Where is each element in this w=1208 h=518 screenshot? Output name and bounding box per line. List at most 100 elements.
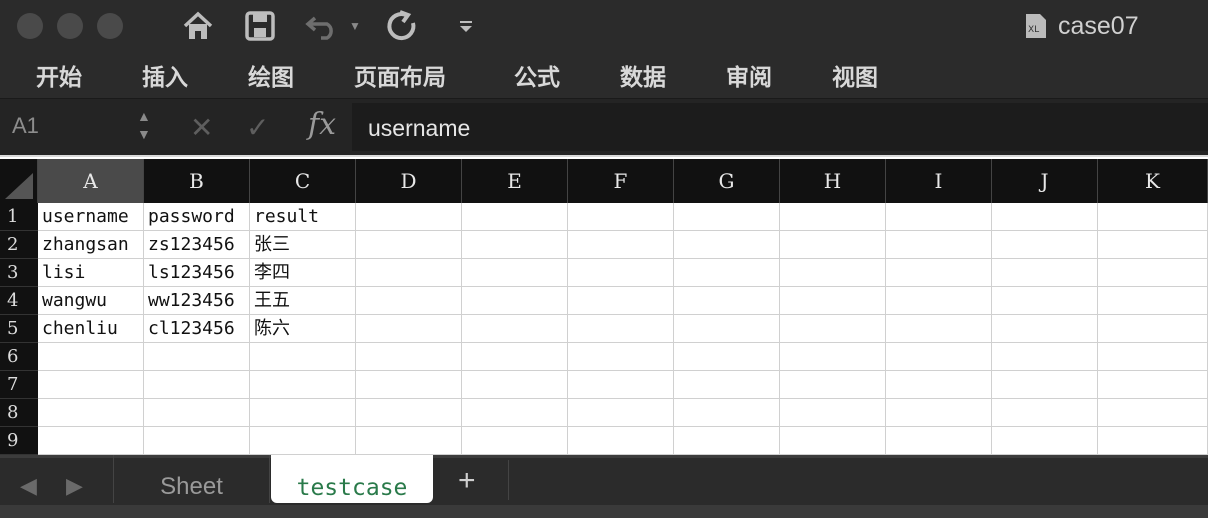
- cell-d6[interactable]: [356, 343, 462, 371]
- cell-j2[interactable]: [992, 231, 1098, 259]
- cell-c1[interactable]: result: [250, 203, 356, 231]
- cell-c3[interactable]: 李四: [250, 259, 356, 287]
- cell-d9[interactable]: [356, 427, 462, 455]
- cell-i6[interactable]: [886, 343, 992, 371]
- cell-j3[interactable]: [992, 259, 1098, 287]
- row-header-9[interactable]: 9: [0, 427, 38, 455]
- cell-a7[interactable]: [38, 371, 144, 399]
- confirm-formula-icon[interactable]: ✓: [246, 111, 269, 144]
- cell-d4[interactable]: [356, 287, 462, 315]
- cell-d2[interactable]: [356, 231, 462, 259]
- cell-e6[interactable]: [462, 343, 568, 371]
- zoom-window-button[interactable]: [97, 13, 123, 39]
- cell-b7[interactable]: [144, 371, 250, 399]
- cell-i3[interactable]: [886, 259, 992, 287]
- cell-i4[interactable]: [886, 287, 992, 315]
- cell-g9[interactable]: [674, 427, 780, 455]
- cell-d8[interactable]: [356, 399, 462, 427]
- row-header-1[interactable]: 1: [0, 203, 38, 231]
- column-header-a[interactable]: A: [38, 159, 144, 203]
- cell-g1[interactable]: [674, 203, 780, 231]
- tab-insert[interactable]: 插入: [142, 58, 188, 92]
- name-box[interactable]: A1 ▲ ▼: [0, 99, 160, 155]
- cell-h2[interactable]: [780, 231, 886, 259]
- tab-view[interactable]: 视图: [832, 58, 878, 92]
- minimize-window-button[interactable]: [57, 13, 83, 39]
- cell-e5[interactable]: [462, 315, 568, 343]
- insert-function-button[interactable]: fx: [308, 107, 336, 142]
- cell-g4[interactable]: [674, 287, 780, 315]
- cell-d1[interactable]: [356, 203, 462, 231]
- cell-k3[interactable]: [1098, 259, 1208, 287]
- column-header-j[interactable]: J: [992, 159, 1098, 203]
- cell-c5[interactable]: 陈六: [250, 315, 356, 343]
- redo-icon[interactable]: [384, 8, 420, 44]
- cell-j8[interactable]: [992, 399, 1098, 427]
- cell-j6[interactable]: [992, 343, 1098, 371]
- cell-e4[interactable]: [462, 287, 568, 315]
- cell-h8[interactable]: [780, 399, 886, 427]
- cell-k9[interactable]: [1098, 427, 1208, 455]
- cell-b1[interactable]: password: [144, 203, 250, 231]
- cell-j9[interactable]: [992, 427, 1098, 455]
- cell-e2[interactable]: [462, 231, 568, 259]
- cell-a6[interactable]: [38, 343, 144, 371]
- cell-f3[interactable]: [568, 259, 674, 287]
- cell-h5[interactable]: [780, 315, 886, 343]
- cell-h3[interactable]: [780, 259, 886, 287]
- cell-b5[interactable]: cl123456: [144, 315, 250, 343]
- column-header-b[interactable]: B: [144, 159, 250, 203]
- cell-k2[interactable]: [1098, 231, 1208, 259]
- cell-b3[interactable]: ls123456: [144, 259, 250, 287]
- cell-f8[interactable]: [568, 399, 674, 427]
- cell-i1[interactable]: [886, 203, 992, 231]
- cell-f5[interactable]: [568, 315, 674, 343]
- column-header-i[interactable]: I: [886, 159, 992, 203]
- cell-k7[interactable]: [1098, 371, 1208, 399]
- cell-g5[interactable]: [674, 315, 780, 343]
- cell-i5[interactable]: [886, 315, 992, 343]
- cell-k1[interactable]: [1098, 203, 1208, 231]
- cell-k8[interactable]: [1098, 399, 1208, 427]
- row-header-3[interactable]: 3: [0, 259, 38, 287]
- cell-f2[interactable]: [568, 231, 674, 259]
- add-sheet-button[interactable]: +: [458, 464, 476, 498]
- cell-i2[interactable]: [886, 231, 992, 259]
- cell-g8[interactable]: [674, 399, 780, 427]
- cell-b9[interactable]: [144, 427, 250, 455]
- next-sheet-icon[interactable]: ▶: [66, 473, 83, 499]
- cell-i7[interactable]: [886, 371, 992, 399]
- cell-a4[interactable]: wangwu: [38, 287, 144, 315]
- cancel-formula-icon[interactable]: ✕: [190, 111, 213, 144]
- save-icon[interactable]: [243, 8, 277, 44]
- formula-input[interactable]: username: [352, 103, 1208, 151]
- cell-c2[interactable]: 张三: [250, 231, 356, 259]
- column-header-e[interactable]: E: [462, 159, 568, 203]
- row-header-2[interactable]: 2: [0, 231, 38, 259]
- previous-sheet-icon[interactable]: ◀: [20, 473, 37, 499]
- cell-a9[interactable]: [38, 427, 144, 455]
- undo-dropdown-icon[interactable]: ▼: [347, 8, 363, 44]
- cell-e7[interactable]: [462, 371, 568, 399]
- row-header-5[interactable]: 5: [0, 315, 38, 343]
- cell-j5[interactable]: [992, 315, 1098, 343]
- tab-home[interactable]: 开始: [36, 58, 82, 92]
- cell-j4[interactable]: [992, 287, 1098, 315]
- cell-g3[interactable]: [674, 259, 780, 287]
- cell-c8[interactable]: [250, 399, 356, 427]
- cell-b4[interactable]: ww123456: [144, 287, 250, 315]
- home-icon[interactable]: [180, 8, 216, 44]
- cell-c6[interactable]: [250, 343, 356, 371]
- select-all-button[interactable]: [0, 159, 38, 203]
- close-window-button[interactable]: [17, 13, 43, 39]
- cell-h6[interactable]: [780, 343, 886, 371]
- cell-a1[interactable]: username: [38, 203, 144, 231]
- tab-formulas[interactable]: 公式: [514, 58, 560, 92]
- cell-g7[interactable]: [674, 371, 780, 399]
- cell-k5[interactable]: [1098, 315, 1208, 343]
- cell-d3[interactable]: [356, 259, 462, 287]
- row-header-6[interactable]: 6: [0, 343, 38, 371]
- row-header-4[interactable]: 4: [0, 287, 38, 315]
- column-header-c[interactable]: C: [250, 159, 356, 203]
- cell-d5[interactable]: [356, 315, 462, 343]
